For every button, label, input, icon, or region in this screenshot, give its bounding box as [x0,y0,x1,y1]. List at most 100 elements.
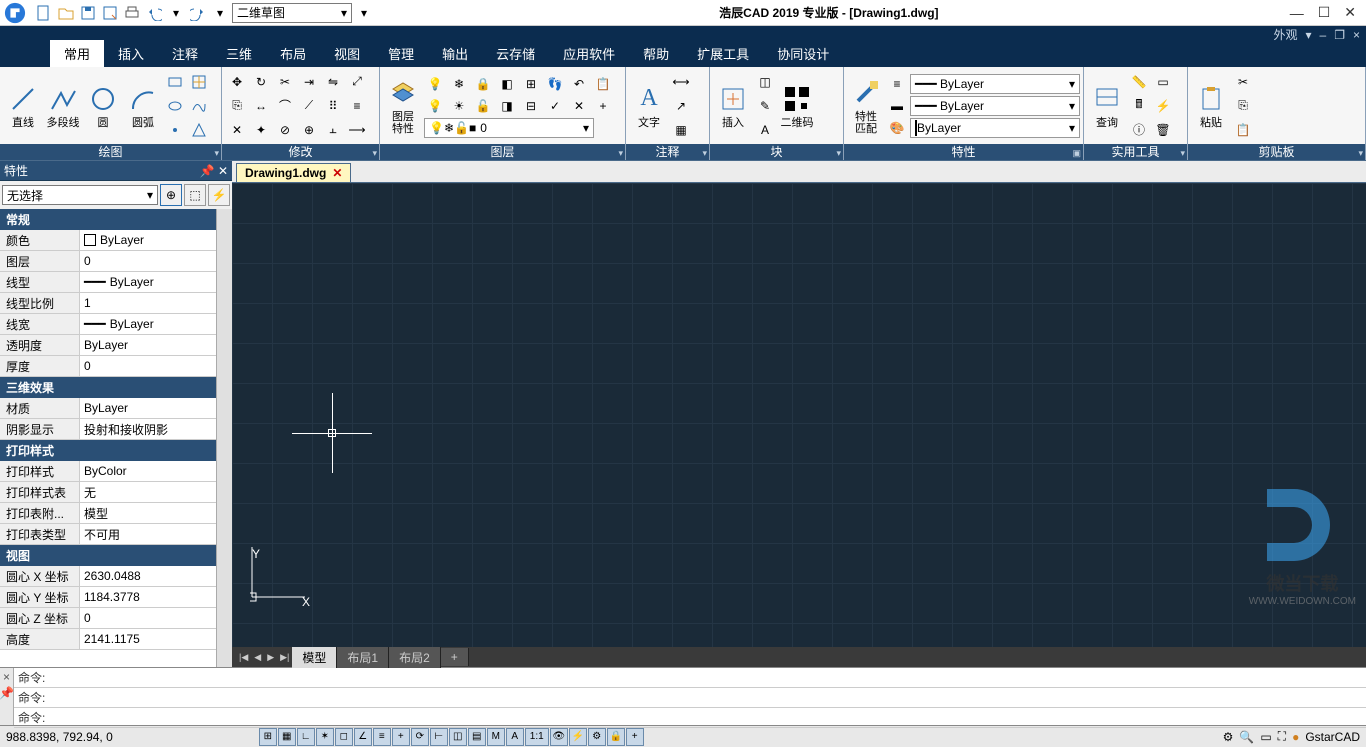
chamfer-icon[interactable]: ⟋ [298,95,320,117]
join-icon[interactable]: ⊕ [298,119,320,141]
close-tab-icon[interactable]: ✕ [332,166,342,180]
move-icon[interactable]: ✥ [226,71,248,93]
layer-new-icon[interactable]: + [592,95,614,117]
layer-iso-icon[interactable]: ◧ [496,73,518,95]
prop-row-lweight[interactable]: 线宽━━━ByLayer [0,314,216,335]
command-input[interactable]: 命令: [14,708,1366,728]
lineweight-selector[interactable]: ━━━ ByLayer▾ [910,96,1080,116]
paste-button[interactable]: 粘贴 [1192,81,1230,131]
circle-button[interactable]: 圆 [84,81,122,131]
dyn-toggle[interactable]: + [392,728,410,746]
pin-icon[interactable]: 📌 [200,164,215,178]
mdi-close-icon[interactable]: × [1353,28,1360,42]
tab-collab[interactable]: 协同设计 [763,40,843,67]
prop-row-ltscale[interactable]: 线型比例1 [0,293,216,314]
fullscreen-icon[interactable]: ⛶ [1278,729,1286,744]
sc-toggle[interactable]: ▤ [468,728,486,746]
tab-next-icon[interactable]: ▶ [264,652,277,663]
lweight-icon[interactable]: ▬ [886,95,908,117]
tab-layout[interactable]: 布局 [266,40,320,67]
offset-icon[interactable]: ≡ [346,95,368,117]
prop-row-height[interactable]: 高度2141.1175 [0,629,216,650]
erase-icon[interactable]: ✕ [226,119,248,141]
tab-apps[interactable]: 应用软件 [549,40,629,67]
quick-icon[interactable]: ⚡ [1152,95,1174,117]
spline-icon[interactable] [188,95,210,117]
workspace-selector[interactable]: 二维草图▾ [232,3,352,23]
copy-icon[interactable]: ⎘ [226,95,248,117]
prop-row-ptable[interactable]: 打印样式表无 [0,482,216,503]
hw-toggle[interactable]: + [626,728,644,746]
layout1-tab[interactable]: 布局1 [337,647,389,668]
cycle-toggle[interactable]: ⟳ [411,728,429,746]
lengthen-icon[interactable]: ⟶ [346,119,368,141]
infer-toggle[interactable]: ⊢ [430,728,448,746]
color-selector[interactable]: ByLayer▾ [910,118,1080,138]
snap-toggle[interactable]: ⊞ [259,728,277,746]
ann-toggle[interactable]: A [506,728,524,746]
rect-icon[interactable] [164,71,186,93]
scale-display[interactable]: 1:1 [525,728,549,746]
prop-row-material[interactable]: 材质ByLayer [0,398,216,419]
redo-icon[interactable] [188,3,208,23]
appearance-label[interactable]: 外观 [1273,26,1297,43]
tab-prev-icon[interactable]: ◀ [251,652,264,663]
extend-icon[interactable]: ⇥ [298,71,320,93]
prop-row-linetype[interactable]: 线型━━━ByLayer [0,272,216,293]
linetype-selector[interactable]: ━━━ ByLayer▾ [910,74,1080,94]
close-button[interactable]: ✕ [1344,4,1356,21]
polyline-button[interactable]: 多段线 [44,81,82,131]
close-panel-icon[interactable]: ✕ [218,164,228,178]
ortho-toggle[interactable]: ∟ [297,728,315,746]
save-icon[interactable] [78,3,98,23]
selection-filter[interactable]: 无选择▾ [2,185,158,205]
fillet-icon[interactable]: ⌒ [274,95,296,117]
prop-row-shadow[interactable]: 阴影显示投射和接收阴影 [0,419,216,440]
select-icon[interactable]: ▭ [1152,71,1174,93]
layer-current-selector[interactable]: 💡❄🔓■ 0▾ [424,118,594,138]
copy-clip-icon[interactable]: ⎘ [1232,95,1254,117]
hatch-icon[interactable] [188,71,210,93]
text-button[interactable]: A文字 [630,81,668,131]
layer-freeze-icon[interactable]: ❄ [448,73,470,95]
ann-auto-toggle[interactable]: ⚡ [569,728,587,746]
layer-prev-icon[interactable]: ↶ [568,73,590,95]
point-icon[interactable] [164,119,186,141]
tab-common[interactable]: 常用 [50,40,104,67]
layer-walk-icon[interactable]: 👣 [544,73,566,95]
tab-3d[interactable]: 三维 [212,40,266,67]
print-icon[interactable] [122,3,142,23]
layer-off-icon[interactable]: 💡 [424,73,446,95]
dimension-icon[interactable]: ⟷ [670,71,692,93]
arc-button[interactable]: 圆弧 [124,81,162,131]
pickadd-icon[interactable]: ⊕ [160,184,182,206]
close-cmd-icon[interactable]: × [3,670,10,684]
id-icon[interactable]: ⓘ [1128,119,1150,141]
prop-row-color[interactable]: 颜色ByLayer [0,230,216,251]
properties-scrollbar[interactable] [216,209,232,667]
expand-icon[interactable]: ▾ [1358,145,1363,161]
ellipse-icon[interactable] [164,95,186,117]
ann-vis-toggle[interactable]: 👁 [550,728,568,746]
layer-lock-icon[interactable]: 🔒 [472,73,494,95]
purge-icon[interactable]: 🗑 [1152,119,1174,141]
paste-spec-icon[interactable]: 📋 [1232,119,1254,141]
query-button[interactable]: 查询 [1088,81,1126,131]
prop-row-pattach[interactable]: 打印表附...模型 [0,503,216,524]
settings-icon[interactable]: ⚙ [1223,730,1234,744]
saveas-icon[interactable] [100,3,120,23]
expand-icon[interactable]: ▾ [836,145,841,161]
calc-icon[interactable]: 🖩 [1128,95,1150,117]
cut-icon[interactable]: ✂ [1232,71,1254,93]
expand-icon[interactable]: ▾ [618,145,623,161]
coordinates-display[interactable]: 988.8398, 792.94, 0 [6,730,113,744]
prop-row-thickness[interactable]: 厚度0 [0,356,216,377]
trim-icon[interactable]: ✂ [274,71,296,93]
prop-row-cx[interactable]: 圆心 X 坐标2630.0488 [0,566,216,587]
minimize-button[interactable]: — [1290,5,1304,21]
model-toggle[interactable]: M [487,728,505,746]
tab-view[interactable]: 视图 [320,40,374,67]
maximize-button[interactable]: ☐ [1318,4,1331,21]
open-icon[interactable] [56,3,76,23]
expand-icon[interactable]: ▣ [1072,145,1081,161]
